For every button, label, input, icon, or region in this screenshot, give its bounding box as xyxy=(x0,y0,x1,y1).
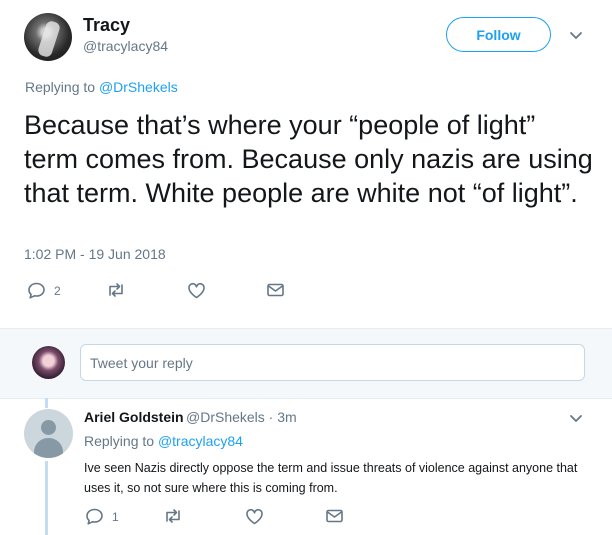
reply-count: 1 xyxy=(112,509,119,524)
reply-icon xyxy=(27,282,46,299)
handle-and-time[interactable]: @DrShekels · 3m xyxy=(186,409,297,425)
reply-action[interactable]: 2 xyxy=(27,282,61,299)
like-action[interactable] xyxy=(187,282,206,299)
reply-action[interactable]: 1 xyxy=(85,508,119,525)
chevron-down-icon[interactable] xyxy=(568,28,584,42)
replying-to: Replying to @tracylacy84 xyxy=(84,433,243,449)
message-action[interactable] xyxy=(266,282,285,298)
chevron-down-icon[interactable] xyxy=(568,411,584,425)
retweet-action[interactable] xyxy=(106,282,126,298)
like-icon xyxy=(245,508,264,525)
display-name[interactable]: Tracy xyxy=(83,15,130,36)
message-action[interactable] xyxy=(325,508,344,524)
user-handle[interactable]: @tracylacy84 xyxy=(83,38,168,54)
retweet-icon xyxy=(106,282,126,298)
avatar[interactable] xyxy=(24,13,72,61)
replying-to-link[interactable]: @DrShekels xyxy=(99,79,178,95)
replying-prefix: Replying to xyxy=(84,433,155,449)
tweet-text: Ive seen Nazis directly oppose the term … xyxy=(84,461,578,495)
reply-icon xyxy=(85,508,104,525)
like-icon xyxy=(187,282,206,299)
message-icon xyxy=(325,508,344,524)
reply-count: 2 xyxy=(54,283,61,298)
retweet-action[interactable] xyxy=(163,508,183,524)
reply-input[interactable] xyxy=(80,344,585,381)
thread-line xyxy=(45,398,48,408)
replying-prefix: Replying to xyxy=(25,79,96,95)
timestamp[interactable]: 1:02 PM - 19 Jun 2018 xyxy=(24,246,166,262)
display-name[interactable]: Ariel Goldstein xyxy=(84,409,184,425)
message-icon xyxy=(266,282,285,298)
follow-button[interactable]: Follow xyxy=(446,17,551,52)
like-action[interactable] xyxy=(245,508,264,525)
thread-line xyxy=(45,461,48,535)
tweet-text: Because that’s where your “people of lig… xyxy=(24,110,593,208)
retweet-icon xyxy=(163,508,183,524)
avatar[interactable] xyxy=(32,346,65,379)
replying-to-link[interactable]: @tracylacy84 xyxy=(158,433,243,449)
divider xyxy=(0,398,612,399)
replying-to: Replying to @DrShekels xyxy=(25,79,178,95)
avatar[interactable] xyxy=(24,409,73,458)
